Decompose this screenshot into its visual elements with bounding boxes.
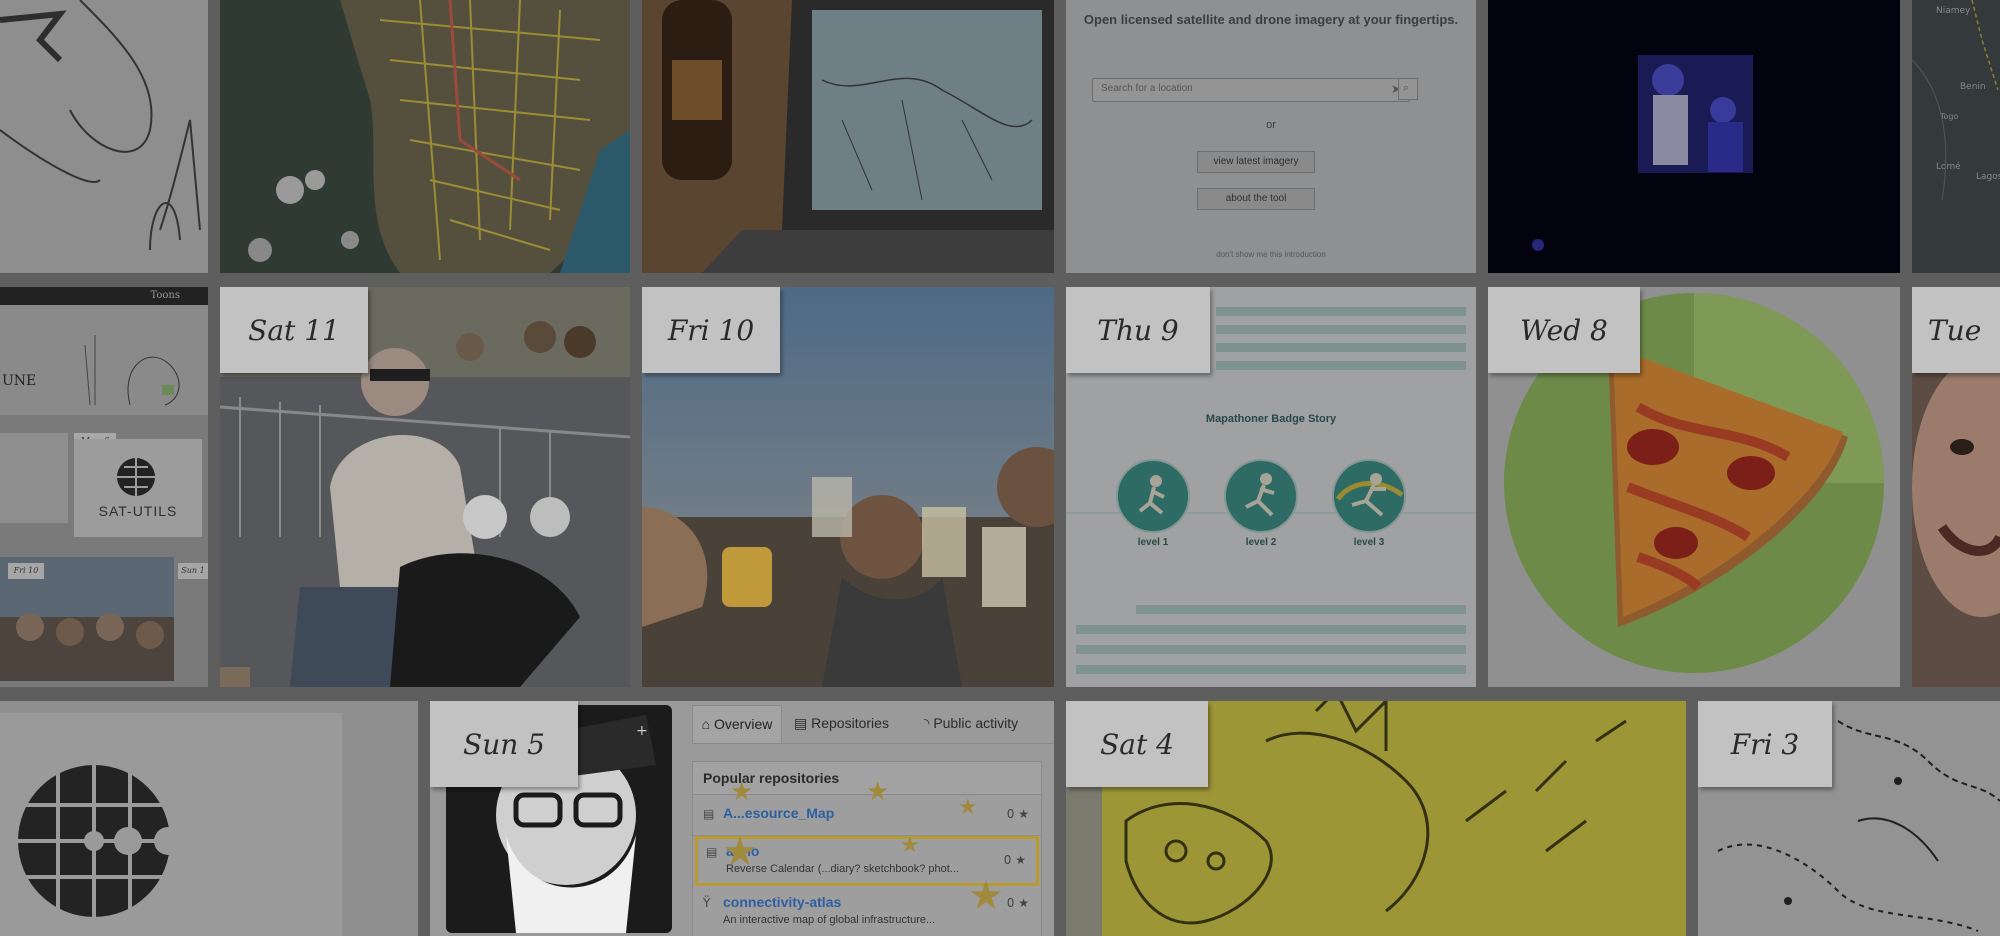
or-divider: or xyxy=(1266,119,1276,131)
repo-icon: ▤ xyxy=(706,845,718,859)
collage-notes xyxy=(0,433,68,523)
repo-description: An interactive map of global infrastruct… xyxy=(723,914,936,926)
gold-star-decoration: ★ xyxy=(968,873,1004,919)
tile-fri-3[interactable]: Fri 3 xyxy=(1698,701,2000,936)
date-tab-wed-8: Wed 8 xyxy=(1488,287,1640,373)
tile-west-africa-map[interactable]: Niamey Benin Togo Lomé Lagos xyxy=(1912,0,2000,273)
tile-tue[interactable]: Tue xyxy=(1912,287,2000,687)
sun-mini-tab: Sun 1 xyxy=(178,563,208,579)
gold-star-decoration: ★ xyxy=(722,829,758,875)
star-count-value: 0 xyxy=(1006,896,1015,910)
runner-badge-1-icon xyxy=(1116,459,1190,533)
tile-grid-logo[interactable] xyxy=(0,701,418,936)
star-icon: ★ xyxy=(1018,896,1029,910)
tab-overview-label: Overview xyxy=(714,716,773,732)
tab-public-activity-label: Public activity xyxy=(933,715,1019,731)
tile-satellite-map[interactable] xyxy=(220,0,630,273)
repo-star-count: 0 ★ xyxy=(1007,807,1029,821)
repo-icon: ▤ xyxy=(794,715,808,731)
tab-repositories[interactable]: ▤ Repositories xyxy=(794,705,904,743)
tile-sat-11[interactable]: Sat 11 xyxy=(220,287,630,687)
sat-utils-card[interactable]: SAT-UTILS xyxy=(74,439,202,537)
rss-icon: ◝ xyxy=(924,715,930,731)
tile-fri-10[interactable]: Fri 10 xyxy=(642,287,1054,687)
book-open-icon: ⌂ xyxy=(701,716,711,732)
sketch-drawing xyxy=(0,0,208,273)
runner-badge-2-icon xyxy=(1224,459,1298,533)
map-border-lines xyxy=(1912,0,1999,201)
tab-overview[interactable]: ⌂ Overview xyxy=(692,705,782,743)
repo-name-link[interactable]: connectivity-atlas xyxy=(723,894,841,910)
toons-label: Toons xyxy=(150,290,180,301)
gold-star-decoration: ★ xyxy=(866,777,890,807)
tab-public-activity[interactable]: ◝ Public activity xyxy=(924,705,1054,743)
svg-text:+: + xyxy=(636,723,648,739)
star-icon: ★ xyxy=(1015,853,1026,867)
date-tab-thu-9: Thu 9 xyxy=(1066,287,1210,373)
search-placeholder: Search for a location xyxy=(1101,83,1193,94)
beer-laptop-photo xyxy=(642,0,1054,273)
date-tab-fri-10: Fri 10 xyxy=(642,287,780,373)
tile-sat-4[interactable]: Sat 4 xyxy=(1066,701,1686,936)
fri10-mini-photo: Fri 10 xyxy=(0,557,174,681)
tile-concert[interactable] xyxy=(1488,0,1900,273)
badge-story-title: Mapathoner Badge Story xyxy=(1205,413,1337,425)
badge-level-2[interactable]: level 2 xyxy=(1224,459,1298,548)
tile-sketch-top-left[interactable] xyxy=(0,0,208,273)
sat-utils-logo-icon xyxy=(117,458,155,496)
badge-level-1[interactable]: level 1 xyxy=(1116,459,1190,548)
date-tab-sun-5: Sun 5 xyxy=(430,701,578,787)
badge-level-3-label: level 3 xyxy=(1353,537,1385,548)
june-sketch: UNE xyxy=(0,305,208,415)
star-icon: ★ xyxy=(1018,807,1029,821)
star-count-value: 0 xyxy=(1003,853,1012,867)
repo-icon: ▤ xyxy=(703,807,715,821)
tab-repositories-label: Repositories xyxy=(811,715,889,731)
repo-star-count: 0 ★ xyxy=(1004,853,1026,867)
repo-star-count: 0 ★ xyxy=(1007,896,1029,910)
sat-utils-label: SAT-UTILS xyxy=(98,503,178,519)
satellite-map-image xyxy=(220,0,630,273)
tile-imagery-intro[interactable]: Open licensed satellite and drone imager… xyxy=(1066,0,1476,273)
search-icon: ⌕ xyxy=(1403,81,1410,94)
tile-beer-laptop[interactable] xyxy=(642,0,1054,273)
tile-thu-9[interactable]: Thu 9 Mapathoner Badge Story level 1 lev… xyxy=(1066,287,1476,687)
tile-wed-8[interactable]: Wed 8 xyxy=(1488,287,1900,687)
runner-badge-3-icon xyxy=(1332,459,1406,533)
date-tab-sat-11: Sat 11 xyxy=(220,287,368,373)
github-tabs: ⌂ Overview ▤ Repositories ◝ Public activ… xyxy=(692,701,1054,744)
repo-name-link[interactable]: A...esource_Map xyxy=(723,805,834,821)
tile-sun-5[interactable]: Sun 5 + ⌂ Overview ▤ Repositories ◝ Publ… xyxy=(430,701,1054,936)
date-tab-tue: Tue xyxy=(1912,287,2000,373)
grid-globe-logo-icon xyxy=(18,765,178,917)
repo-description: Reverse Calendar (...diary? sketchbook? … xyxy=(726,863,959,875)
search-submit-button[interactable]: ⌕ xyxy=(1398,78,1418,100)
location-search-input[interactable]: Search for a location ➤ xyxy=(1092,78,1410,102)
star-count-value: 0 xyxy=(1006,807,1015,821)
dont-show-intro-link[interactable]: don't show me this introduction xyxy=(1066,250,1476,259)
date-tab-fri-3: Fri 3 xyxy=(1698,701,1832,787)
fork-icon: Ÿ xyxy=(703,896,711,910)
gold-star-decoration: ★ xyxy=(900,833,920,858)
imagery-headline: Open licensed satellite and drone imager… xyxy=(1083,12,1459,27)
tile-collage[interactable]: Toons UNE Mon 6 SAT-UTILS Fri 10 Sun 1 xyxy=(0,287,208,687)
badge-level-2-label: level 2 xyxy=(1245,537,1277,548)
about-the-tool-button[interactable]: about the tool xyxy=(1197,188,1315,210)
badge-level-1-label: level 1 xyxy=(1137,537,1169,548)
gold-star-decoration: ★ xyxy=(958,795,978,820)
date-tab-sat-4: Sat 4 xyxy=(1066,701,1208,787)
concert-photo xyxy=(1488,0,1900,273)
view-latest-imagery-button[interactable]: view latest imagery xyxy=(1197,151,1315,173)
gold-star-decoration: ★ xyxy=(730,777,754,807)
badge-level-3[interactable]: level 3 xyxy=(1332,459,1406,548)
collage-header-bar: Toons xyxy=(0,287,208,305)
